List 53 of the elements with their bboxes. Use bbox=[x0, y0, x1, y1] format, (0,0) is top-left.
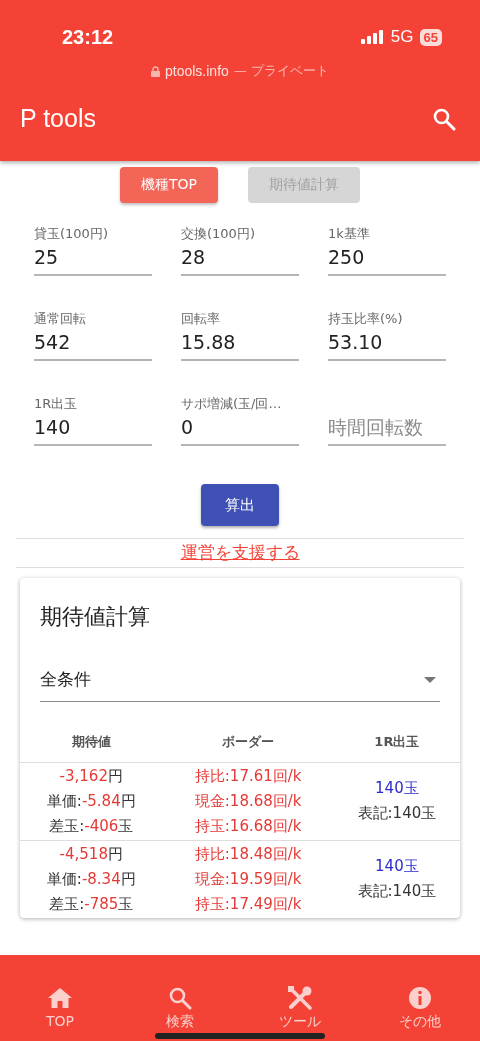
field-label: 通常回転 bbox=[34, 310, 87, 327]
status-time: 23:12 bbox=[62, 25, 114, 49]
field-label: 1k基準 bbox=[328, 225, 371, 242]
signal-icon bbox=[360, 30, 385, 44]
home-icon bbox=[47, 985, 73, 1011]
border-value: 持比:17.61回/k bbox=[193, 765, 303, 787]
support-link[interactable]: 運営を支援する bbox=[180, 542, 300, 562]
border-value: 現金:19.59回/k bbox=[193, 868, 303, 890]
battery-icon: 65 bbox=[419, 28, 442, 46]
expected-value: -3,162円 bbox=[58, 765, 124, 787]
card-title: 期待値計算 bbox=[39, 603, 151, 631]
field-label: 貸玉(100円) bbox=[34, 225, 109, 242]
column-header: 1R出玉 bbox=[333, 722, 460, 762]
expected-value: -4,518円 bbox=[58, 843, 124, 865]
border-value: 持玉:17.49回/k bbox=[193, 893, 303, 915]
field-label: 回転率 bbox=[181, 310, 221, 327]
input-field[interactable]: 0 bbox=[181, 412, 299, 446]
expected-value: 単価:-8.34円 bbox=[45, 868, 137, 890]
input-field[interactable]: 25 bbox=[34, 242, 152, 276]
input-field[interactable]: 53.10 bbox=[328, 327, 446, 361]
input-field[interactable]: 28 bbox=[181, 242, 299, 276]
expected-value: 単価:-5.84円 bbox=[45, 790, 137, 812]
tools-icon bbox=[287, 985, 313, 1011]
border-value: 持玉:16.68回/k bbox=[193, 815, 303, 837]
search-icon bbox=[168, 985, 192, 1011]
condition-select[interactable]: 全条件 bbox=[40, 668, 440, 702]
column-header: 期待値 bbox=[20, 722, 163, 762]
url-privacy-label: — プライベート bbox=[233, 62, 329, 80]
input-field[interactable]: 140 bbox=[34, 412, 152, 446]
expected-value: 差玉:-785玉 bbox=[48, 893, 135, 915]
calculate-button[interactable]: 算出 bbox=[201, 484, 279, 526]
payout-note: 表記:140玉 bbox=[356, 881, 438, 903]
lock-icon bbox=[151, 65, 160, 77]
input-field[interactable]: 時間回転数 bbox=[328, 412, 446, 446]
border-value: 現金:18.68回/k bbox=[193, 790, 303, 812]
field-label: 交換(100円) bbox=[181, 225, 256, 242]
network-label: 5G bbox=[390, 27, 414, 47]
field-label: サポ増減(玉/回… bbox=[181, 395, 283, 412]
payout-value: 140玉 bbox=[374, 856, 420, 878]
payout-value: 140玉 bbox=[374, 778, 420, 799]
border-value: 持比:18.48回/k bbox=[193, 843, 303, 865]
app-title: P tools bbox=[20, 104, 96, 133]
search-icon[interactable] bbox=[432, 106, 456, 131]
info-icon bbox=[408, 985, 432, 1011]
expected-value: 差玉:-406玉 bbox=[48, 815, 135, 837]
column-header: ボーダー bbox=[162, 722, 334, 762]
dropdown-caret-icon bbox=[424, 676, 436, 683]
input-field[interactable]: 542 bbox=[34, 327, 152, 361]
payout-note: 表記:140玉 bbox=[356, 803, 438, 824]
field-label: 1R出玉 bbox=[34, 395, 79, 412]
field-label: 持玉比率(%) bbox=[328, 310, 404, 327]
input-field[interactable]: 250 bbox=[328, 242, 446, 276]
input-field[interactable]: 15.88 bbox=[181, 327, 299, 361]
